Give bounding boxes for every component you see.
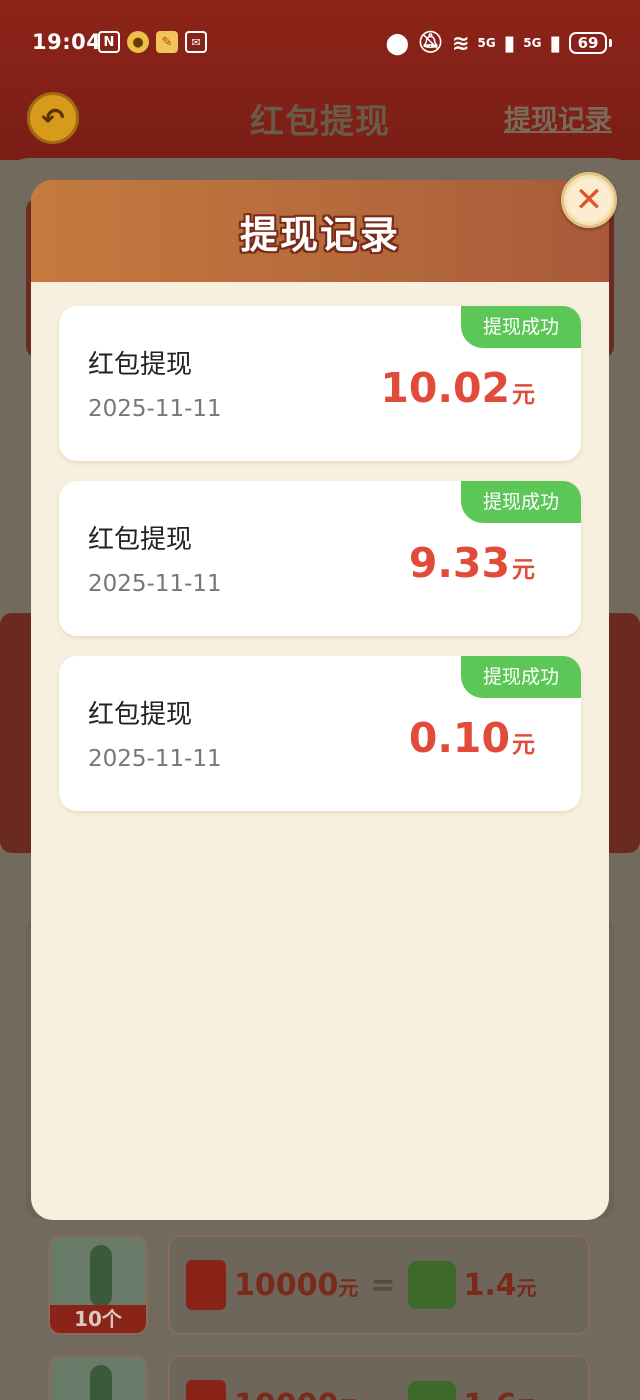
record-card: 提现成功 红包提现 2025-11-11 10.02 元 [59, 306, 581, 461]
amount-value: 10.02 [380, 364, 510, 412]
withdraw-record-modal: 提现记录 提现成功 红包提现 2025-11-11 10.02 元 提现成功 红… [31, 180, 609, 1220]
record-amount: 0.10 元 [409, 714, 535, 762]
record-date: 2025-11-11 [88, 396, 222, 422]
amount-value: 9.33 [408, 539, 510, 587]
record-card: 提现成功 红包提现 2025-11-11 0.10 元 [59, 656, 581, 811]
record-name: 红包提现 [88, 700, 193, 730]
close-button[interactable]: ✕ [561, 172, 617, 228]
close-icon: ✕ [567, 178, 611, 222]
record-name: 红包提现 [88, 350, 193, 380]
amount-value: 0.10 [408, 714, 510, 762]
record-card: 提现成功 红包提现 2025-11-11 9.33 元 [59, 481, 581, 636]
record-date: 2025-11-11 [88, 746, 222, 772]
status-badge: 提现成功 [461, 306, 581, 348]
record-list: 提现成功 红包提现 2025-11-11 10.02 元 提现成功 红包提现 2… [59, 306, 581, 831]
amount-unit: 元 [512, 557, 535, 583]
modal-title: 提现记录 [239, 213, 400, 257]
record-date: 2025-11-11 [88, 571, 222, 597]
record-amount: 9.33 元 [409, 539, 535, 587]
status-badge: 提现成功 [461, 481, 581, 523]
status-badge: 提现成功 [461, 656, 581, 698]
record-name: 红包提现 [88, 525, 193, 555]
modal-header: 提现记录 [31, 180, 609, 282]
record-amount: 10.02 元 [380, 364, 535, 412]
amount-unit: 元 [512, 382, 535, 408]
amount-unit: 元 [512, 732, 535, 758]
